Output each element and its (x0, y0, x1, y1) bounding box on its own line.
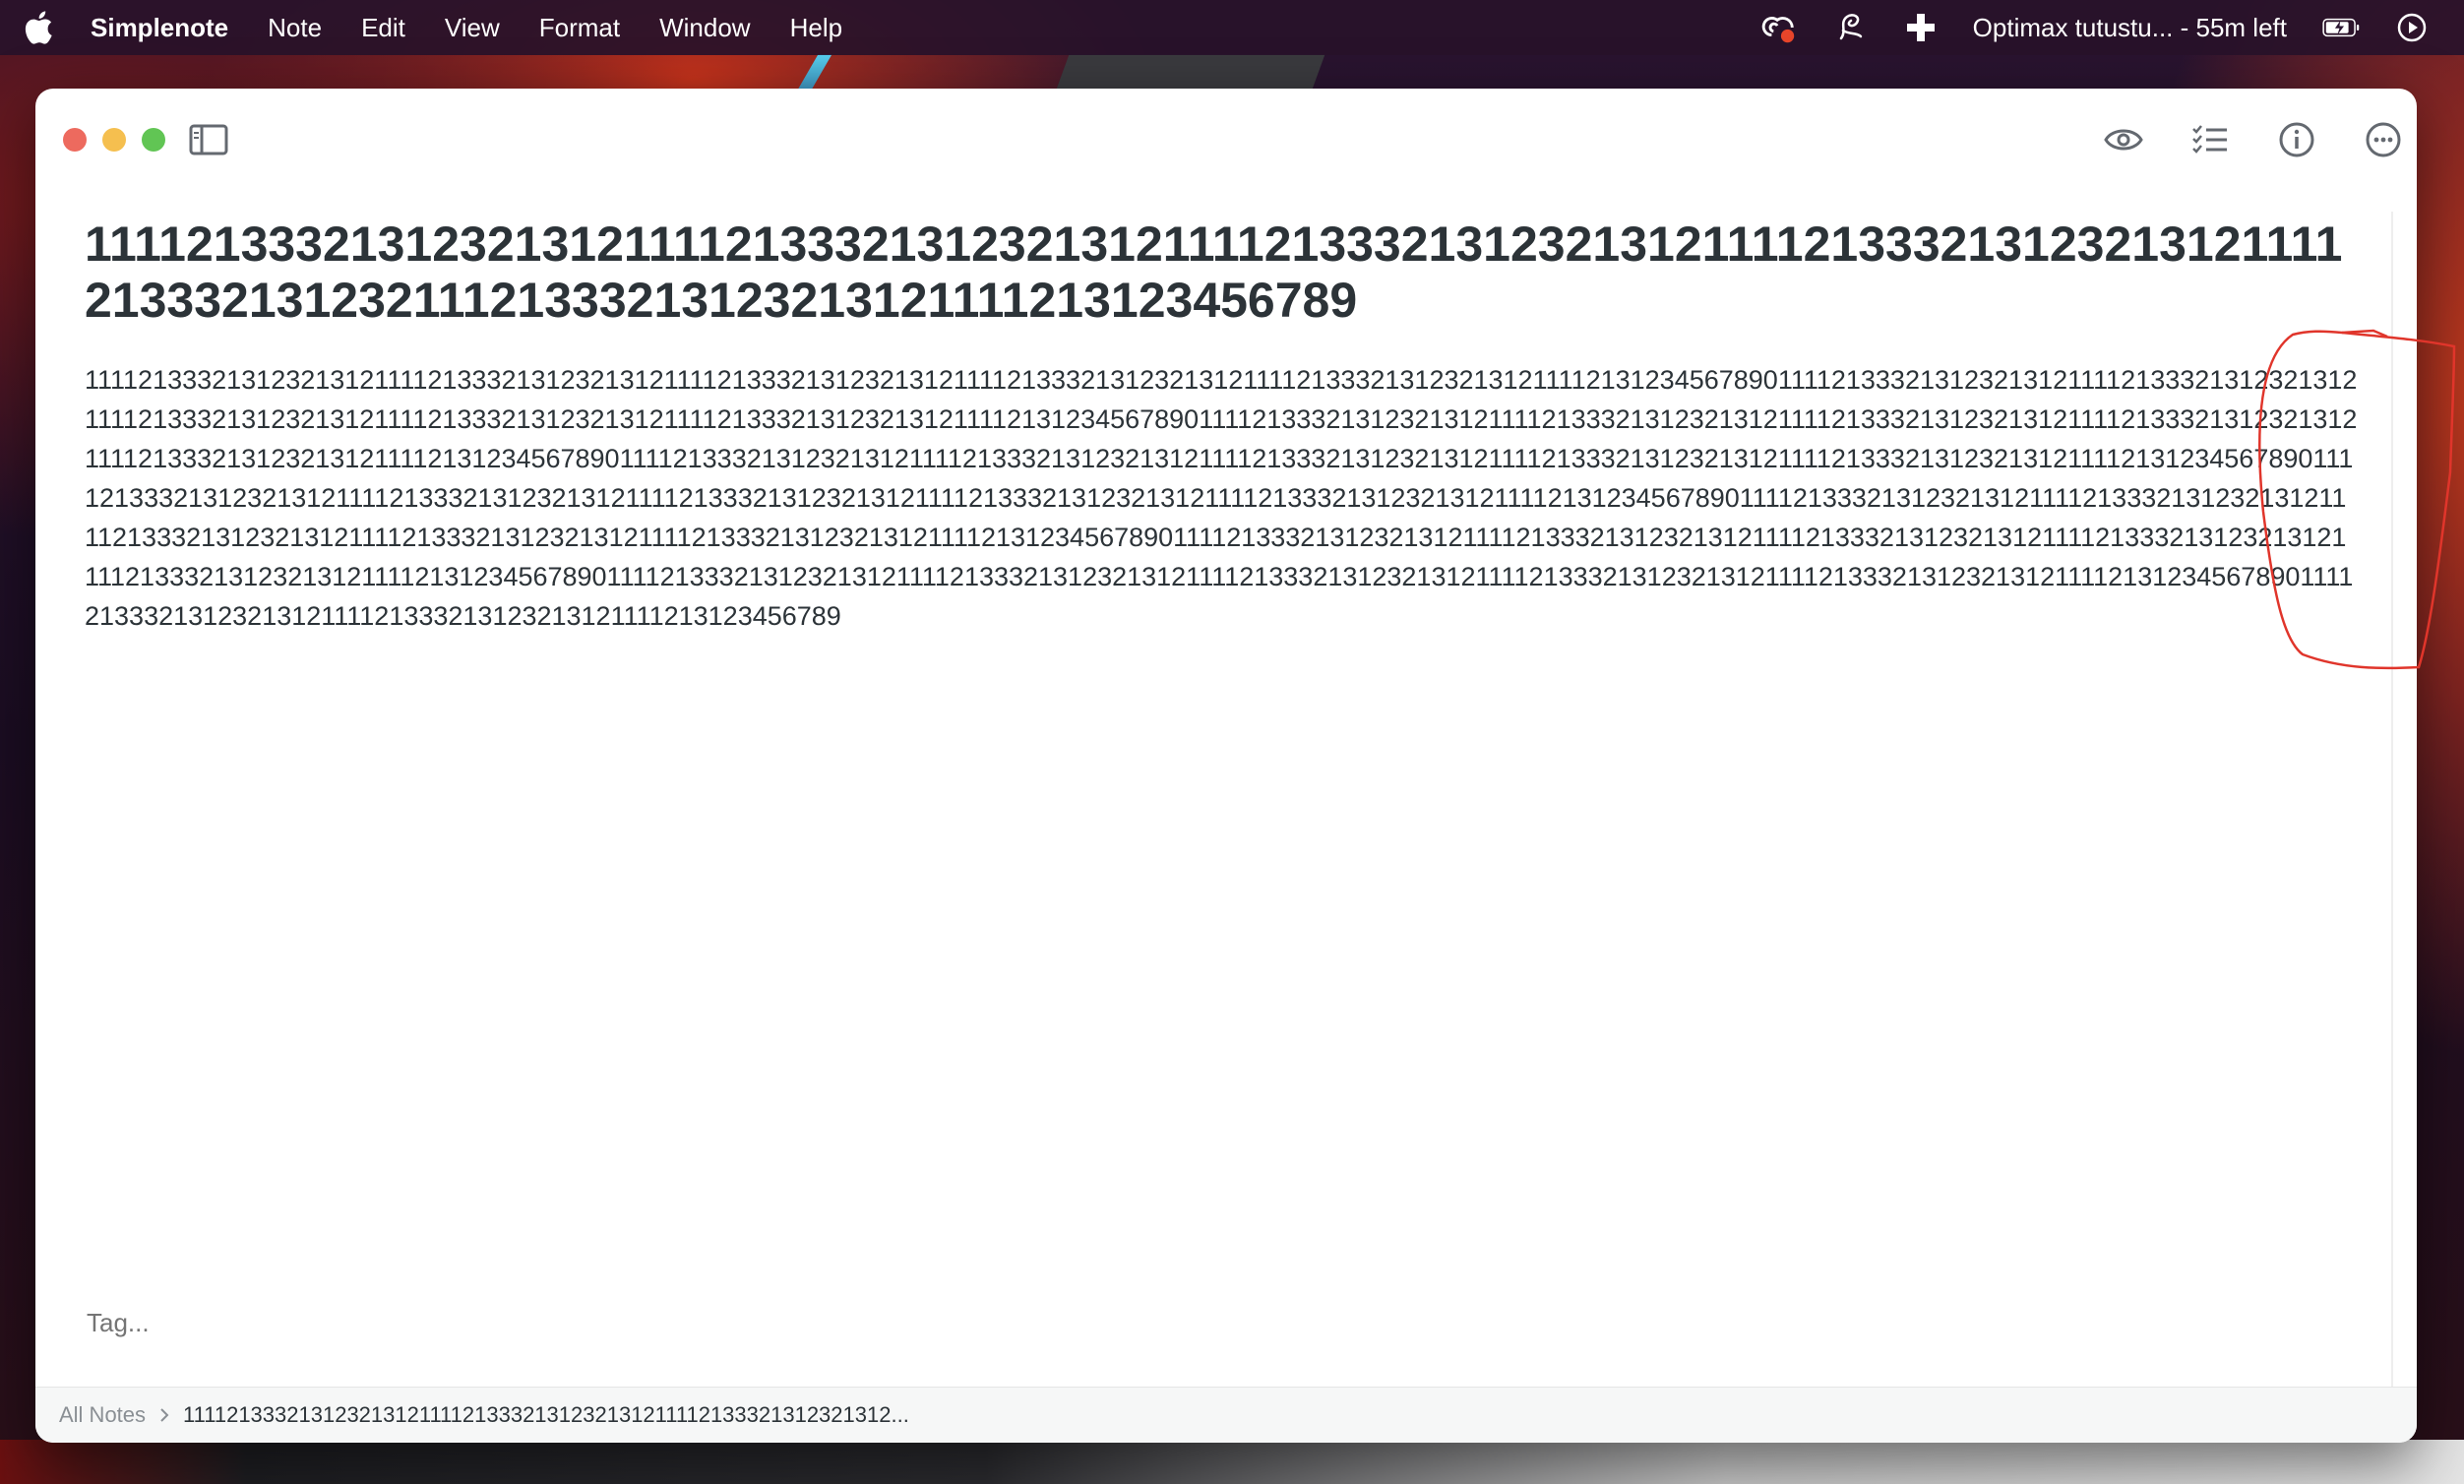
plus-cross-icon[interactable] (1902, 9, 1940, 46)
eye-icon (2104, 129, 2143, 151)
menu-format[interactable]: Format (539, 13, 620, 43)
editor-scrollbar[interactable] (2391, 212, 2393, 1392)
tag-input[interactable] (85, 1307, 384, 1339)
more-icon (2366, 122, 2401, 157)
breadcrumb: All Notes 111121333213123213121111213332… (35, 1387, 2417, 1443)
more-actions-button[interactable] (2362, 118, 2405, 161)
minimize-window-button[interactable] (102, 128, 126, 152)
zoom-window-button[interactable] (142, 128, 165, 152)
menu-help[interactable]: Help (790, 13, 842, 43)
note-info-button[interactable] (2275, 118, 2318, 161)
menu-edit[interactable]: Edit (361, 13, 405, 43)
wallpaper-stripe (1056, 54, 1325, 90)
simplenote-window: 1111213332131232131211112133321312321312… (35, 89, 2417, 1443)
info-icon (2279, 122, 2314, 157)
breadcrumb-all-notes[interactable]: All Notes (59, 1402, 146, 1428)
wallpaper-band (0, 1440, 2464, 1484)
menu-window[interactable]: Window (659, 13, 750, 43)
checklist-icon (2192, 125, 2227, 154)
menu-bar: Simplenote Note Edit View Format Window … (0, 0, 2464, 55)
creative-cloud-icon[interactable] (1760, 9, 1798, 46)
title-bar (35, 89, 2417, 187)
battery-icon[interactable] (2322, 9, 2360, 46)
note-editor[interactable]: 1111213332131232131211112133321312321312… (85, 216, 2358, 636)
apple-icon[interactable] (24, 11, 53, 44)
play-icon[interactable] (2393, 9, 2431, 46)
note-body[interactable]: 1111213332131232131211112133321312321312… (85, 360, 2358, 636)
preview-button[interactable] (2102, 118, 2145, 161)
close-window-button[interactable] (63, 128, 87, 152)
note-title[interactable]: 1111213332131232131211112133321312321312… (85, 216, 2358, 329)
menu-app-name[interactable]: Simplenote (91, 13, 228, 43)
menu-view[interactable]: View (445, 13, 500, 43)
sidebar-toggle-icon[interactable] (189, 124, 228, 155)
chevron-right-icon (160, 1408, 169, 1422)
menu-note[interactable]: Note (268, 13, 322, 43)
script-icon[interactable] (1831, 9, 1869, 46)
calendar-status-text[interactable]: Optimax tutustu... - 55m left (1973, 13, 2287, 43)
breadcrumb-current-note: 1111213332131232131211112133321312321312… (183, 1402, 909, 1427)
wallpaper-stripe (795, 54, 832, 93)
insert-checklist-button[interactable] (2188, 118, 2232, 161)
